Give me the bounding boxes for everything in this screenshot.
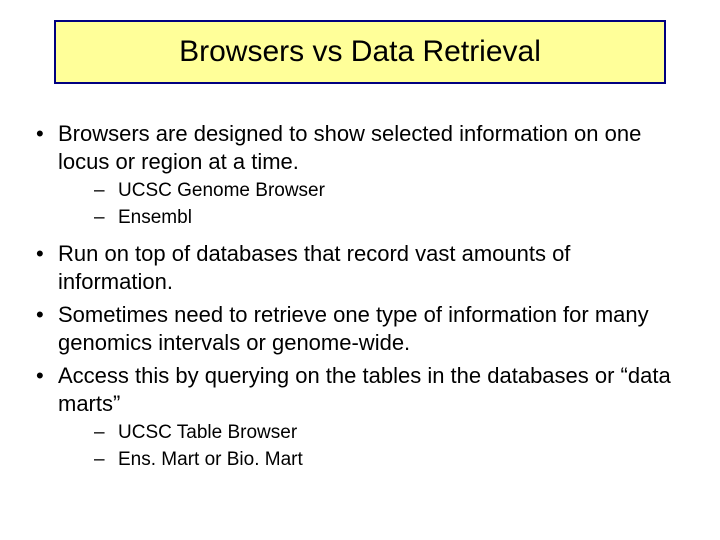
sub-bullet-item: UCSC Genome Browser xyxy=(58,179,690,204)
bullet-text: Run on top of databases that record vast… xyxy=(58,241,570,294)
sub-bullet-item: Ens. Mart or Bio. Mart xyxy=(58,448,690,473)
sub-bullet-list: UCSC Genome Browser Ensembl xyxy=(58,179,690,230)
bullet-item: Sometimes need to retrieve one type of i… xyxy=(30,301,690,356)
sub-bullet-text: Ens. Mart or Bio. Mart xyxy=(118,449,303,470)
sub-bullet-text: Ensembl xyxy=(118,207,192,228)
bullet-item: Browsers are designed to show selected i… xyxy=(30,120,690,230)
bullet-text: Browsers are designed to show selected i… xyxy=(58,121,641,174)
sub-bullet-item: Ensembl xyxy=(58,206,690,231)
bullet-text: Access this by querying on the tables in… xyxy=(58,363,671,416)
bullet-item: Access this by querying on the tables in… xyxy=(30,362,690,472)
bullet-list: Browsers are designed to show selected i… xyxy=(30,120,690,473)
slide-title: Browsers vs Data Retrieval xyxy=(179,35,541,69)
sub-bullet-item: UCSC Table Browser xyxy=(58,421,690,446)
sub-bullet-text: UCSC Table Browser xyxy=(118,422,297,443)
sub-bullet-list: UCSC Table Browser Ens. Mart or Bio. Mar… xyxy=(58,421,690,472)
sub-bullet-text: UCSC Genome Browser xyxy=(118,180,325,201)
slide-content: Browsers are designed to show selected i… xyxy=(30,120,690,483)
title-box: Browsers vs Data Retrieval xyxy=(54,20,666,84)
slide: Browsers vs Data Retrieval Browsers are … xyxy=(0,0,720,540)
bullet-text: Sometimes need to retrieve one type of i… xyxy=(58,302,649,355)
bullet-item: Run on top of databases that record vast… xyxy=(30,240,690,295)
